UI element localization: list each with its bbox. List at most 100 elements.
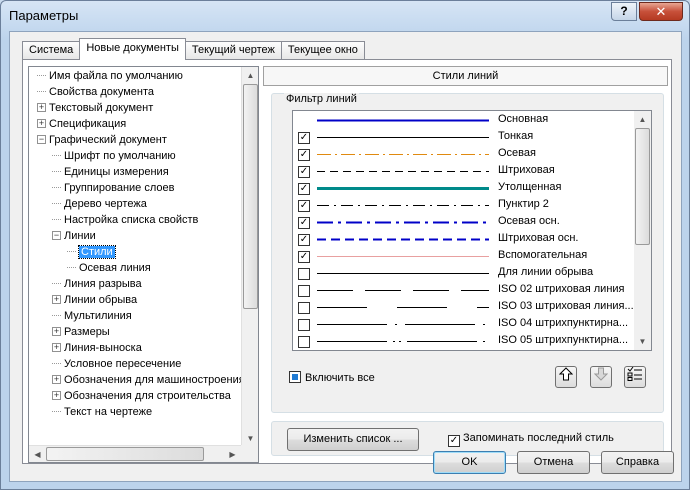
line-style-name: ISO 03 штриховая линия... [498,300,633,312]
change-list-button[interactable]: Изменить список ... [287,428,419,451]
enable-all-checkbox[interactable]: Включить все [289,371,375,384]
expand-icon[interactable]: + [52,295,61,304]
list-item[interactable]: ISO 04 штрихпунктирна... [293,316,633,333]
tree-item[interactable]: Дерево чертежа [52,197,147,213]
list-item[interactable]: ✓ Вспомогательная [293,248,633,265]
tree-item[interactable]: Осевая линия [67,261,151,277]
tree-vertical-scrollbar[interactable]: ▲ ▼ [241,67,258,447]
tab-current-drawing[interactable]: Текущий чертеж [184,41,282,60]
list-item[interactable]: ISO 06 штрихпунктирна... [293,350,633,351]
horizontal-scroll-thumb[interactable] [46,447,204,461]
expand-icon[interactable]: + [52,343,61,352]
tree-item[interactable]: + Спецификация [37,117,126,133]
tree-item[interactable]: − Линии [52,229,96,245]
line-style-name: Утолщенная [498,181,562,193]
tree-item[interactable]: Настройка списка свойств [52,213,198,229]
expand-icon[interactable]: + [37,103,46,112]
scroll-thumb[interactable] [243,84,258,309]
expand-icon[interactable]: + [52,375,61,384]
list-item[interactable]: ✓ Пунктир 2 [293,197,633,214]
tab-current-window[interactable]: Текущее окно [280,41,365,60]
title-bar: Параметры ? ✕ [1,1,689,31]
line-visible-checkbox[interactable]: ✓ [298,183,310,195]
line-visible-checkbox[interactable] [298,319,310,331]
line-visible-checkbox[interactable]: ✓ [298,217,310,229]
collapse-icon[interactable]: − [52,231,61,240]
list-item[interactable]: ✓ Утолщенная [293,180,633,197]
tree-item-label: Размеры [64,326,110,338]
tree-item-label: Группирование слоев [64,182,175,194]
tree-item[interactable]: − Графический документ [37,133,167,149]
expand-icon[interactable]: + [52,327,61,336]
list-scroll-thumb[interactable] [635,128,650,245]
help-button[interactable]: Справка [601,451,674,474]
tree-item[interactable]: Мультилиния [52,309,132,325]
tree-item[interactable]: + Обозначения для машиностроения [52,373,245,389]
move-down-button[interactable] [590,366,612,388]
line-style-list[interactable]: Основная ✓ Тонкая ✓ Осевая ✓ Штриховая ✓ Утолщен… [292,110,652,351]
checklist-button[interactable] [624,366,646,388]
line-preview [317,112,489,129]
tab-new-documents[interactable]: Новые документы [79,38,186,60]
list-item[interactable]: ✓ Осевая осн. [293,214,633,231]
line-visible-checkbox[interactable]: ✓ [298,251,310,263]
remember-last-style-checkbox[interactable]: ✓ Запоминать последний стиль [448,432,614,447]
list-scroll-down-icon[interactable]: ▼ [634,333,651,350]
tree-item[interactable]: Условное пересечение [52,357,181,373]
tree-item[interactable]: Текст на чертеже [52,405,152,421]
tristate-box [289,371,301,383]
line-visible-checkbox[interactable]: ✓ [298,166,310,178]
list-item[interactable]: ✓ Тонкая [293,129,633,146]
tree-item-label: Условное пересечение [64,358,182,370]
move-up-button[interactable] [555,366,577,388]
tree-item[interactable]: Шрифт по умолчанию [52,149,176,165]
list-item[interactable]: ISO 02 штриховая линия [293,282,633,299]
tree-item[interactable]: + Обозначения для строительства [52,389,231,405]
list-item[interactable]: ISO 03 штриховая линия... [293,299,633,316]
line-visible-checkbox[interactable] [298,302,310,314]
tree-item[interactable]: Группирование слоев [52,181,174,197]
tree-item[interactable]: + Линии обрыва [52,293,137,309]
tree-item[interactable]: Имя файла по умолчанию [37,69,183,85]
line-visible-checkbox[interactable] [298,285,310,297]
line-visible-checkbox[interactable]: ✓ [298,132,310,144]
tab-system[interactable]: Система [22,41,81,60]
settings-tree[interactable]: Имя файла по умолчанию Свойства документа… [28,66,259,463]
line-visible-checkbox[interactable] [298,268,310,280]
line-visible-checkbox[interactable]: ✓ [298,200,310,212]
line-visible-checkbox[interactable]: ✓ [298,149,310,161]
expand-icon[interactable]: + [52,391,61,400]
options-dialog: Параметры ? ✕ Система Новые документы Те… [0,0,690,490]
line-sample-icon [317,273,489,274]
cancel-button[interactable]: Отмена [517,451,590,474]
line-preview [317,282,489,299]
tree-item[interactable]: + Линия-выноска [52,341,142,357]
line-visible-checkbox[interactable]: ✓ [298,234,310,246]
tree-item[interactable]: + Текстовый документ [37,101,153,117]
list-scroll-up-icon[interactable]: ▲ [634,111,651,128]
tree-item[interactable]: Свойства документа [37,85,154,101]
scroll-right-icon[interactable]: ▶ [224,446,241,462]
close-button[interactable]: ✕ [639,2,683,21]
tree-horizontal-scrollbar[interactable]: ◀ ▶ [29,445,241,462]
list-item[interactable]: Основная [293,112,633,129]
scroll-left-icon[interactable]: ◀ [29,446,46,462]
line-preview [317,265,489,282]
tree-item[interactable]: Стили [67,245,116,261]
list-item[interactable]: ✓ Штриховая осн. [293,231,633,248]
list-item[interactable]: Для линии обрыва [293,265,633,282]
collapse-icon[interactable]: − [37,135,46,144]
line-visible-checkbox[interactable] [298,336,310,348]
list-vertical-scrollbar[interactable]: ▲ ▼ [634,111,651,350]
expand-icon[interactable]: + [37,119,46,128]
list-item[interactable]: ✓ Осевая [293,146,633,163]
tree-item[interactable]: Линия разрыва [52,277,142,293]
ok-button[interactable]: OK [433,451,506,474]
list-item[interactable]: ISO 05 штрихпунктирна... [293,333,633,350]
line-preview [317,146,489,163]
scroll-up-icon[interactable]: ▲ [242,67,258,84]
list-item[interactable]: ✓ Штриховая [293,163,633,180]
tree-item[interactable]: Единицы измерения [52,165,169,181]
help-title-button[interactable]: ? [611,2,637,21]
tree-item[interactable]: + Размеры [52,325,110,341]
